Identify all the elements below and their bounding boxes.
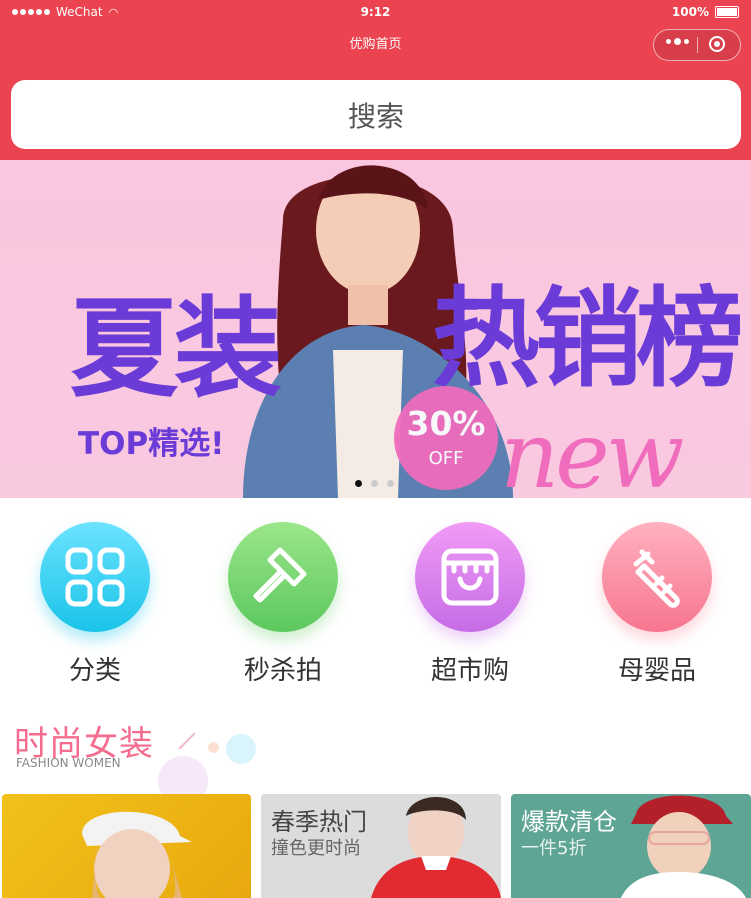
carousel-dot[interactable] (355, 480, 362, 487)
header: WeChat ◠ 9:12 100% 优购首页 搜索 (0, 0, 751, 160)
banner-headline-left: 夏装 (70, 287, 282, 412)
close-miniprogram-button[interactable] (709, 36, 725, 52)
product-card[interactable]: 春季热门 撞色更时尚 (261, 794, 501, 898)
promo-percent: 30% (406, 404, 486, 443)
battery-icon (715, 6, 739, 18)
promo-off: OFF (428, 448, 464, 469)
decor-circle (208, 742, 219, 753)
more-button[interactable] (666, 38, 689, 45)
grid-icon (40, 522, 150, 632)
decor-circle (226, 734, 256, 764)
hammer-icon (228, 522, 338, 632)
search-input[interactable]: 搜索 (11, 80, 741, 149)
category-item[interactable]: 秒杀拍 (208, 522, 358, 687)
page-title: 优购首页 (349, 37, 402, 52)
carousel-dot[interactable] (387, 480, 394, 487)
product-title: 爆款清仓 (521, 808, 617, 836)
category-nav: 分类 秒杀拍 超市购 母婴品 (0, 522, 751, 692)
baby-bottle-icon (602, 522, 712, 632)
banner-carousel[interactable]: 夏装 热销榜 TOP精选! 30% OFF new (0, 160, 751, 498)
category-label: 超市购 (430, 656, 509, 686)
product-card[interactable]: 爆款清仓 一件5折 (511, 794, 751, 898)
carousel-indicators (355, 480, 394, 487)
category-item[interactable]: 母婴品 (582, 522, 732, 687)
store-icon (415, 522, 525, 632)
carousel-dot[interactable] (371, 480, 378, 487)
battery-label: 100% (671, 5, 709, 19)
product-subtitle: 撞色更时尚 (271, 838, 361, 859)
category-label: 秒杀拍 (243, 656, 322, 686)
banner-script-text: new (500, 402, 684, 498)
category-item[interactable]: 超市购 (395, 522, 545, 687)
product-subtitle: 一件5折 (521, 838, 587, 859)
status-bar: WeChat ◠ 9:12 100% (0, 0, 751, 26)
section-header: 时尚女装 FASHION WOMEN (0, 712, 751, 806)
product-image (82, 811, 192, 898)
banner-headline-right: 热销榜 (432, 277, 744, 402)
search-placeholder: 搜索 (347, 99, 404, 133)
category-item[interactable]: 分类 (20, 522, 170, 687)
product-title: 春季热门 (271, 808, 367, 836)
banner-tagline: TOP精选! (78, 426, 225, 462)
category-label: 分类 (68, 656, 121, 686)
category-label: 母婴品 (617, 656, 696, 686)
status-time: 9:12 (360, 5, 391, 19)
miniprogram-capsule (653, 29, 741, 61)
product-card[interactable] (2, 794, 251, 898)
decor-line (178, 732, 196, 750)
promo-badge: 30% OFF (394, 386, 498, 490)
capsule-divider (697, 37, 698, 53)
section-subtitle: FASHION WOMEN (16, 756, 121, 770)
